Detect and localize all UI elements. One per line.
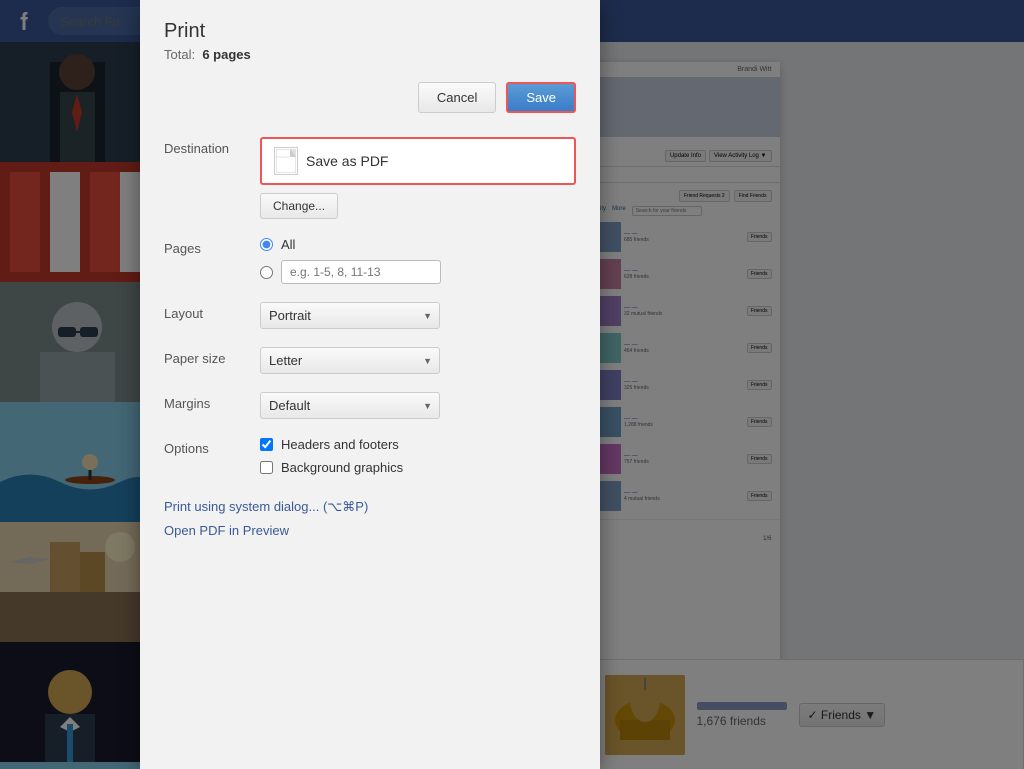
paper-size-value: Letter Legal A4 <box>260 347 576 374</box>
print-total-label: Total: <box>164 47 195 62</box>
pages-all-radio[interactable] <box>260 238 273 251</box>
headers-footers-label: Headers and footers <box>281 437 399 452</box>
paper-size-label: Paper size <box>164 347 244 366</box>
layout-value: Portrait Landscape <box>260 302 576 329</box>
save-button[interactable]: Save <box>506 82 576 113</box>
margins-label: Margins <box>164 392 244 411</box>
system-dialog-link[interactable]: Print using system dialog... (⌥⌘P) <box>164 499 576 515</box>
headers-footers-checkbox[interactable] <box>260 438 273 451</box>
print-options-row: Options Headers and footers Background g… <box>164 437 576 475</box>
pages-value: All <box>260 237 576 284</box>
destination-box: Save as PDF <box>260 137 576 185</box>
print-layout-row: Layout Portrait Landscape <box>164 302 576 329</box>
destination-value: Save as PDF Change... <box>260 137 576 219</box>
print-destination-row: Destination Save as PDF <box>164 137 576 219</box>
background-graphics-label: Background graphics <box>281 460 403 475</box>
pages-all-label: All <box>281 237 295 252</box>
paper-select-wrapper: Letter Legal A4 <box>260 347 440 374</box>
layout-label: Layout <box>164 302 244 321</box>
change-destination-button[interactable]: Change... <box>260 193 338 219</box>
print-dialog-title: Print <box>164 20 576 43</box>
destination-label: Destination <box>164 137 244 156</box>
pages-custom-radio[interactable] <box>260 266 273 279</box>
destination-name: Save as PDF <box>306 153 388 169</box>
options-value: Headers and footers Background graphics <box>260 437 576 475</box>
layout-select[interactable]: Portrait Landscape <box>260 302 440 329</box>
print-dialog: Print Total: 6 pages Cancel Save Destina… <box>140 0 600 769</box>
pages-custom-input[interactable] <box>281 260 441 284</box>
options-group: Headers and footers Background graphics <box>260 437 576 475</box>
facebook-background: 5/7/2015 Brandi Witt Brandi Witt <box>0 0 1024 769</box>
headers-footers-option[interactable]: Headers and footers <box>260 437 576 452</box>
print-action-row: Cancel Save <box>164 82 576 113</box>
pdf-icon <box>274 147 298 175</box>
print-total-value: 6 pages <box>202 47 250 62</box>
margins-value: Default None Minimum Custom <box>260 392 576 419</box>
print-margins-row: Margins Default None Minimum Custom <box>164 392 576 419</box>
layout-select-wrapper: Portrait Landscape <box>260 302 440 329</box>
pages-label: Pages <box>164 237 244 256</box>
cancel-button[interactable]: Cancel <box>418 82 496 113</box>
pages-all-option[interactable]: All <box>260 237 576 252</box>
background-graphics-checkbox[interactable] <box>260 461 273 474</box>
print-overlay: Print Total: 6 pages Cancel Save Destina… <box>0 0 1024 769</box>
pdf-preview-link[interactable]: Open PDF in Preview <box>164 523 576 538</box>
margins-select-wrapper: Default None Minimum Custom <box>260 392 440 419</box>
print-paper-row: Paper size Letter Legal A4 <box>164 347 576 374</box>
paper-size-select[interactable]: Letter Legal A4 <box>260 347 440 374</box>
pages-radio-group: All <box>260 237 576 284</box>
background-graphics-option[interactable]: Background graphics <box>260 460 576 475</box>
options-label: Options <box>164 437 244 456</box>
margins-select[interactable]: Default None Minimum Custom <box>260 392 440 419</box>
print-total: Total: 6 pages <box>164 47 576 62</box>
print-links: Print using system dialog... (⌥⌘P) Open … <box>164 499 576 538</box>
print-pages-row: Pages All <box>164 237 576 284</box>
pages-custom-option[interactable] <box>260 260 576 284</box>
